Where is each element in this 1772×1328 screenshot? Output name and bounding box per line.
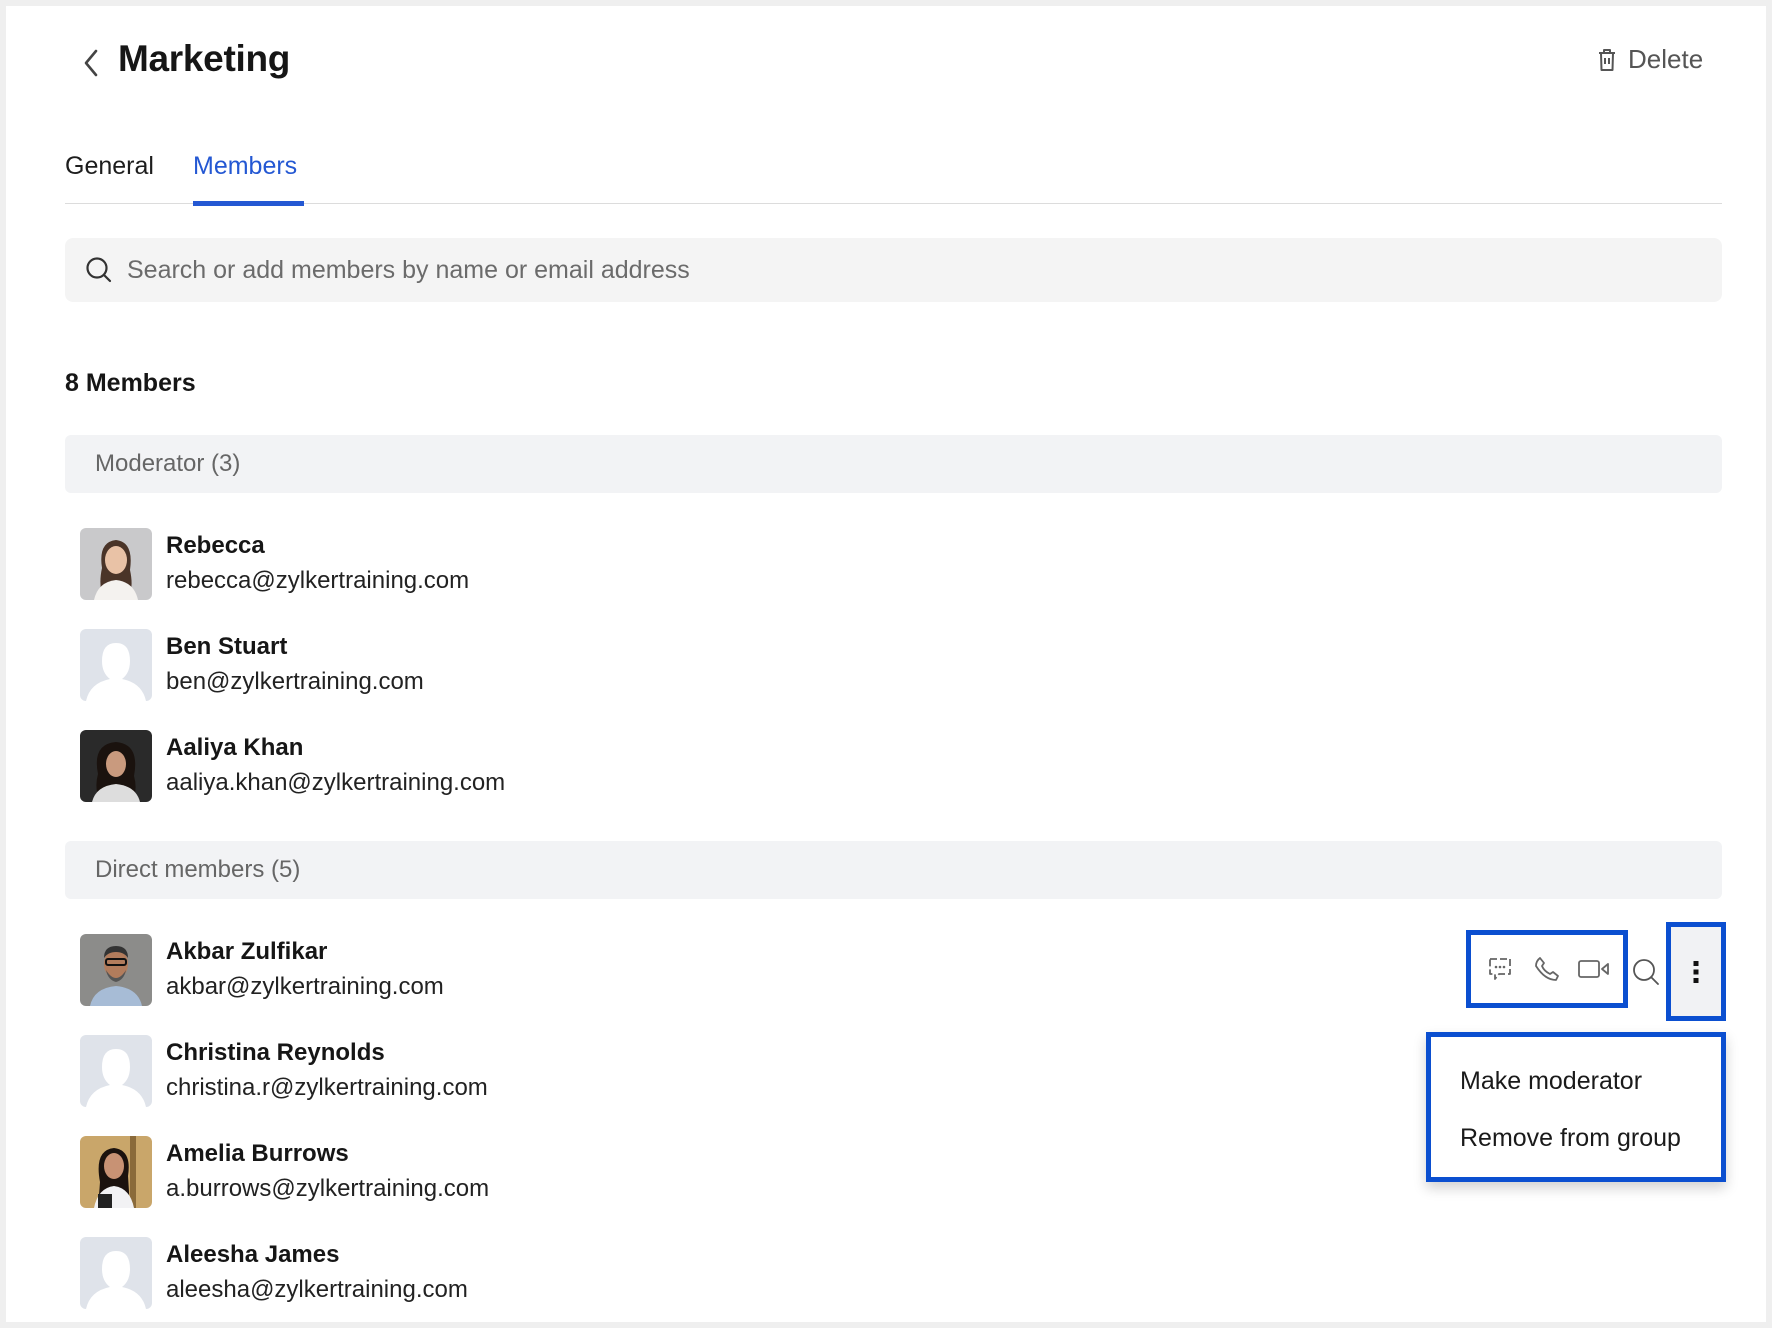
member-search-box[interactable] <box>65 238 1722 302</box>
tab-general[interactable]: General <box>65 152 154 181</box>
member-row[interactable]: Aleesha James aleesha@zylkertraining.com <box>80 1233 468 1313</box>
member-email: a.burrows@zylkertraining.com <box>166 1175 490 1202</box>
delete-label: Delete <box>1628 44 1704 74</box>
video-call-button[interactable] <box>1574 949 1614 989</box>
avatar <box>80 934 152 1006</box>
avatar-placeholder <box>80 629 152 701</box>
group-header-moderator: Moderator (3) <box>65 435 1722 493</box>
video-icon <box>1577 960 1609 978</box>
member-name: Christina Reynolds <box>166 1039 385 1066</box>
chat-button[interactable] <box>1480 949 1520 989</box>
member-name: Ben Stuart <box>166 633 288 660</box>
avatar <box>80 730 152 802</box>
search-icon <box>1633 959 1659 985</box>
member-name: Akbar Zulfikar <box>166 938 328 965</box>
member-email: aaliya.khan@zylkertraining.com <box>166 769 506 796</box>
members-count: 8 Members <box>65 369 196 397</box>
member-email: aleesha@zylkertraining.com <box>166 1276 468 1303</box>
menu-item-make-moderator[interactable]: Make moderator <box>1431 1067 1721 1124</box>
chat-icon <box>1489 958 1512 980</box>
member-email: christina.r@zylkertraining.com <box>166 1074 488 1101</box>
page-title: Marketing <box>118 38 291 79</box>
menu-item-remove-from-group[interactable]: Remove from group <box>1431 1124 1721 1181</box>
member-row[interactable]: Ben Stuart ben@zylkertraining.com <box>80 625 424 705</box>
member-row[interactable]: Aaliya Khan aaliya.khan@zylkertraining.c… <box>80 726 505 806</box>
group-settings-panel: Marketing Delete General Members 8 Membe… <box>6 6 1766 1322</box>
group-label: Direct members (5) <box>95 856 301 883</box>
tab-members[interactable]: Members <box>193 152 297 181</box>
phone-icon <box>1535 957 1559 981</box>
member-search-input[interactable] <box>127 255 1627 285</box>
member-email: ben@zylkertraining.com <box>166 668 424 695</box>
member-row[interactable]: Christina Reynolds christina.r@zylkertra… <box>80 1031 488 1111</box>
avatar <box>80 528 152 600</box>
avatar-placeholder <box>80 1035 152 1107</box>
search-icon <box>86 257 112 283</box>
trash-icon <box>1599 48 1615 71</box>
member-row[interactable]: Amelia Burrows a.burrows@zylkertraining.… <box>80 1132 489 1212</box>
tab-divider <box>65 203 1722 204</box>
member-name: Aaliya Khan <box>166 734 304 761</box>
chevron-left-icon <box>84 49 98 77</box>
group-label: Moderator (3) <box>95 450 241 477</box>
member-email: rebecca@zylkertraining.com <box>166 567 470 594</box>
member-row[interactable]: Akbar Zulfikar akbar@zylkertraining.com <box>80 930 444 1010</box>
member-email: akbar@zylkertraining.com <box>166 973 444 1000</box>
member-name: Rebecca <box>166 532 265 559</box>
search-in-chat-button[interactable] <box>1626 952 1666 992</box>
avatar-placeholder <box>80 1237 152 1309</box>
member-quick-actions <box>1466 930 1628 1008</box>
call-button[interactable] <box>1527 949 1567 989</box>
delete-button[interactable]: Delete <box>1596 44 1703 75</box>
member-row[interactable]: Rebecca rebecca@zylkertraining.com <box>80 524 469 604</box>
member-name: Aleesha James <box>166 1241 340 1268</box>
back-button[interactable] <box>76 44 106 82</box>
avatar <box>80 1136 152 1208</box>
more-vertical-icon <box>1693 960 1699 983</box>
group-header-direct-members: Direct members (5) <box>65 841 1722 899</box>
member-context-menu: Make moderator Remove from group <box>1426 1032 1726 1182</box>
more-options-button[interactable] <box>1666 922 1726 1021</box>
active-tab-indicator <box>193 201 304 206</box>
member-name: Amelia Burrows <box>166 1140 349 1167</box>
